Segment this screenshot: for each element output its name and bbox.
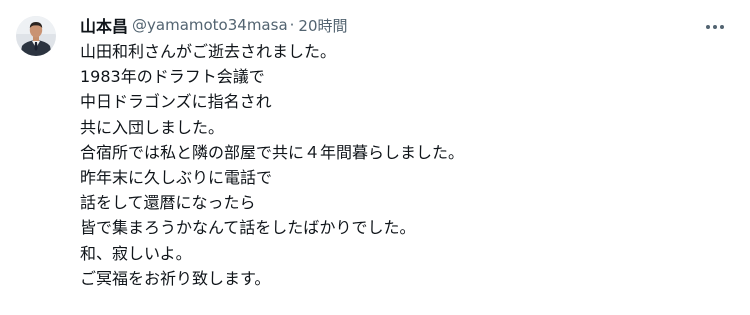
tweet-text-line: 中日ドラゴンズに指名され [80, 92, 272, 112]
avatar-column [16, 12, 68, 315]
tweet-text-line: 話をして還暦になったら [80, 193, 256, 213]
tweet-timestamp[interactable]: 20時間 [298, 15, 347, 36]
author-name[interactable]: 山本昌 [80, 13, 128, 37]
tweet-text-line: 共に入団しました。 [80, 117, 225, 137]
tweet-text-line: 山田和利さんがご逝去されました。 [80, 42, 337, 61]
more-options-button[interactable] [700, 16, 730, 38]
header-separator: · [289, 16, 295, 34]
tweet-text-line: 和、寂しいよ。 [80, 243, 192, 263]
tweet-content: 山本昌 @yamamoto34masa · 20時間 山田和利さんがご逝去されま… [80, 12, 734, 315]
tweet-text-line: 1983年のドラフト会議で [80, 67, 265, 87]
tweet-text-line: ご冥福をお祈り致します。 [80, 268, 271, 288]
tweet-text-line: 昨年末に久しぶりに電話で [80, 168, 273, 188]
tweet-card[interactable]: 山本昌 @yamamoto34masa · 20時間 山田和利さんがご逝去されま… [0, 0, 750, 315]
tweet-text-line: 合宿所では私と隣の部屋で共に４年間暮らしました。 [80, 142, 465, 162]
tweet-text: 山田和利さんがご逝去されました。 1983年のドラフト会議で 中日ドラゴンズに指… [80, 39, 734, 291]
tweet-text-line: 皆で集まろうかなんて話をしたばかりでした。 [80, 218, 416, 238]
more-horizontal-icon [706, 25, 724, 29]
tweet-header: 山本昌 @yamamoto34masa · 20時間 [80, 12, 734, 38]
author-handle[interactable]: @yamamoto34masa [132, 16, 288, 34]
avatar[interactable] [16, 16, 56, 56]
